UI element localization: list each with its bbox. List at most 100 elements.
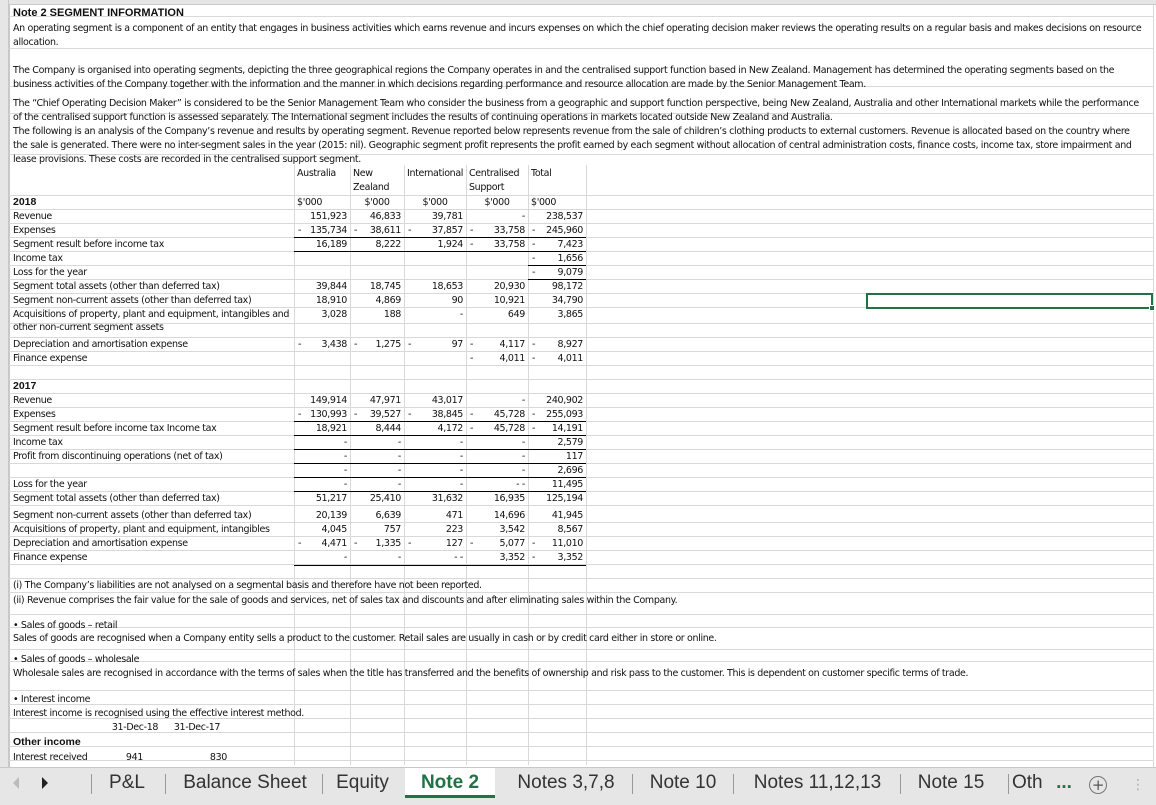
row-label: Acquisitions of property, plant and equi… [13, 524, 270, 535]
add-sheet-icon[interactable]: + [1089, 776, 1107, 794]
table-cell-value: 37,857 [431, 225, 464, 236]
row-label: Finance expense [13, 353, 88, 364]
interest-heading: • Interest income [13, 694, 91, 705]
table-cell-value: 151,923 [310, 211, 347, 222]
table-cell-value: - [521, 437, 525, 448]
grid-line [1153, 5, 1154, 767]
grid-line [9, 365, 1154, 366]
underline-border [294, 435, 586, 436]
table-cell-value: 20,139 [315, 510, 348, 521]
column-header: Total [531, 168, 552, 179]
table-cell-value: 18,653 [431, 281, 464, 292]
table-cell-value: - [343, 451, 347, 462]
scroll-tabs-left-icon[interactable] [13, 777, 19, 789]
table-cell-value: 98,172 [551, 281, 584, 292]
row-label: Income tax [13, 253, 63, 264]
retail-heading: • Sales of goods – retail [13, 620, 118, 631]
table-cell-value: 4,011 [557, 353, 584, 364]
table-cell-value: 31,632 [431, 493, 464, 504]
table-cell-value: 471 [445, 510, 463, 521]
table-cell-value: 127 [445, 538, 463, 549]
note-liabilities: (i) The Company’s liabilities are not an… [13, 580, 482, 591]
row-label: Segment total assets (other than deferre… [13, 281, 220, 292]
tab-note-10[interactable]: Note 10 [638, 768, 728, 798]
table-cell-value: 45,728 [493, 409, 526, 420]
table-cell-value: - [459, 437, 463, 448]
tab-notes-3-7-8[interactable]: Notes 3,7,8 [505, 768, 627, 798]
row-label: Depreciation and amortisation expense [13, 339, 188, 350]
table-cell-value: 34,790 [551, 295, 584, 306]
grid-line [9, 505, 1154, 506]
note-title: Note 2 SEGMENT INFORMATION [13, 7, 184, 19]
table-cell-value: - [397, 437, 401, 448]
table-cell-value: 14,696 [493, 510, 526, 521]
table-cell-value: 3,352 [499, 552, 526, 563]
tab-note-2[interactable]: Note 2 [405, 768, 495, 798]
table-cell-value: 2,579 [557, 437, 584, 448]
grid-line [9, 649, 1154, 650]
table-cell-value: 8,444 [375, 423, 402, 434]
table-cell-value: - [343, 437, 347, 448]
table-cell-value: 90 [451, 295, 464, 306]
table-cell-value: 33,758 [493, 239, 526, 250]
row-label: Segment result before income tax Income … [13, 423, 217, 434]
sheet-tab-bar: P&L Balance Sheet Equity Note 2 Notes 3,… [0, 767, 1156, 805]
table-cell-value: - [521, 465, 525, 476]
grid-line [9, 379, 1154, 380]
table-cell-value: 3,438 [321, 339, 348, 350]
tab-notes-11-12-13[interactable]: Notes 11,12,13 [740, 768, 895, 798]
table-cell-value: 16,935 [493, 493, 526, 504]
more-tabs-ellipsis[interactable]: ... [1054, 768, 1074, 798]
tab-pl[interactable]: P&L [100, 768, 154, 798]
other-income-heading: Other income [13, 736, 81, 748]
table-cell-value: 18,921 [315, 423, 348, 434]
table-cell-value: 11,010 [551, 538, 584, 549]
table-cell-value: - [397, 479, 401, 490]
selected-cell[interactable] [866, 293, 1155, 311]
tab-balance-sheet[interactable]: Balance Sheet [170, 768, 320, 798]
underline-border [294, 565, 586, 566]
retail-text: Sales of goods are recognised when a Com… [13, 633, 717, 644]
table-cell-value: 16,189 [315, 239, 348, 250]
row-label: Segment non-current assets (other than d… [13, 295, 252, 306]
table-cell-value: 4,011 [499, 353, 526, 364]
tab-note-15[interactable]: Note 15 [906, 768, 996, 798]
fill-handle[interactable] [1149, 305, 1155, 311]
table-cell-value: 4,869 [375, 295, 402, 306]
year-2018-heading: 2018 [13, 196, 37, 208]
table-cell-value: 97 [451, 339, 464, 350]
table-cell-value: 2,696 [557, 465, 584, 476]
underline-border [294, 463, 586, 464]
underline-border [294, 251, 586, 252]
unit-label: $'000 [484, 197, 510, 208]
table-cell-value: 45,728 [493, 423, 526, 434]
row-header-bar[interactable] [0, 0, 9, 767]
column-header: Centralised [469, 168, 520, 179]
scroll-tabs-right-icon[interactable] [42, 777, 48, 789]
paragraph-operating-segment: An operating segment is a component of a… [13, 23, 1142, 48]
table-cell-value: 8,927 [557, 339, 584, 350]
row-label: Segment total assets (other than deferre… [13, 493, 220, 504]
tab-equity[interactable]: Equity [325, 768, 400, 798]
table-cell-value: 238,537 [546, 211, 583, 222]
paragraph-codm: The “Chief Operating Decision Maker” is … [13, 98, 1139, 123]
table-cell-value: - [521, 395, 525, 406]
table-cell-value: 117 [565, 451, 583, 462]
table-cell-value: 43,017 [431, 395, 464, 406]
underline-border [294, 449, 586, 450]
tab-other[interactable]: Oth [1012, 768, 1056, 798]
table-cell-value: 39,781 [431, 211, 464, 222]
row-label: Expenses [13, 225, 56, 236]
row-label: Revenue [13, 395, 52, 406]
table-cell-value: 46,833 [369, 211, 402, 222]
table-cell-value: 18,745 [369, 281, 402, 292]
table-cell-value: 25,410 [369, 493, 402, 504]
tab-splitter-handle[interactable]: ⋮ [1131, 777, 1145, 793]
row-label: Expenses [13, 409, 56, 420]
table-cell-value: - - [516, 479, 525, 490]
table-cell-value: 3,352 [557, 552, 584, 563]
interest-text: Interest income is recognised using the … [13, 708, 304, 719]
table-cell-value: 135,734 [310, 225, 347, 236]
table-cell-value: 3,028 [321, 309, 348, 320]
table-cell-value: 245,960 [546, 225, 583, 236]
